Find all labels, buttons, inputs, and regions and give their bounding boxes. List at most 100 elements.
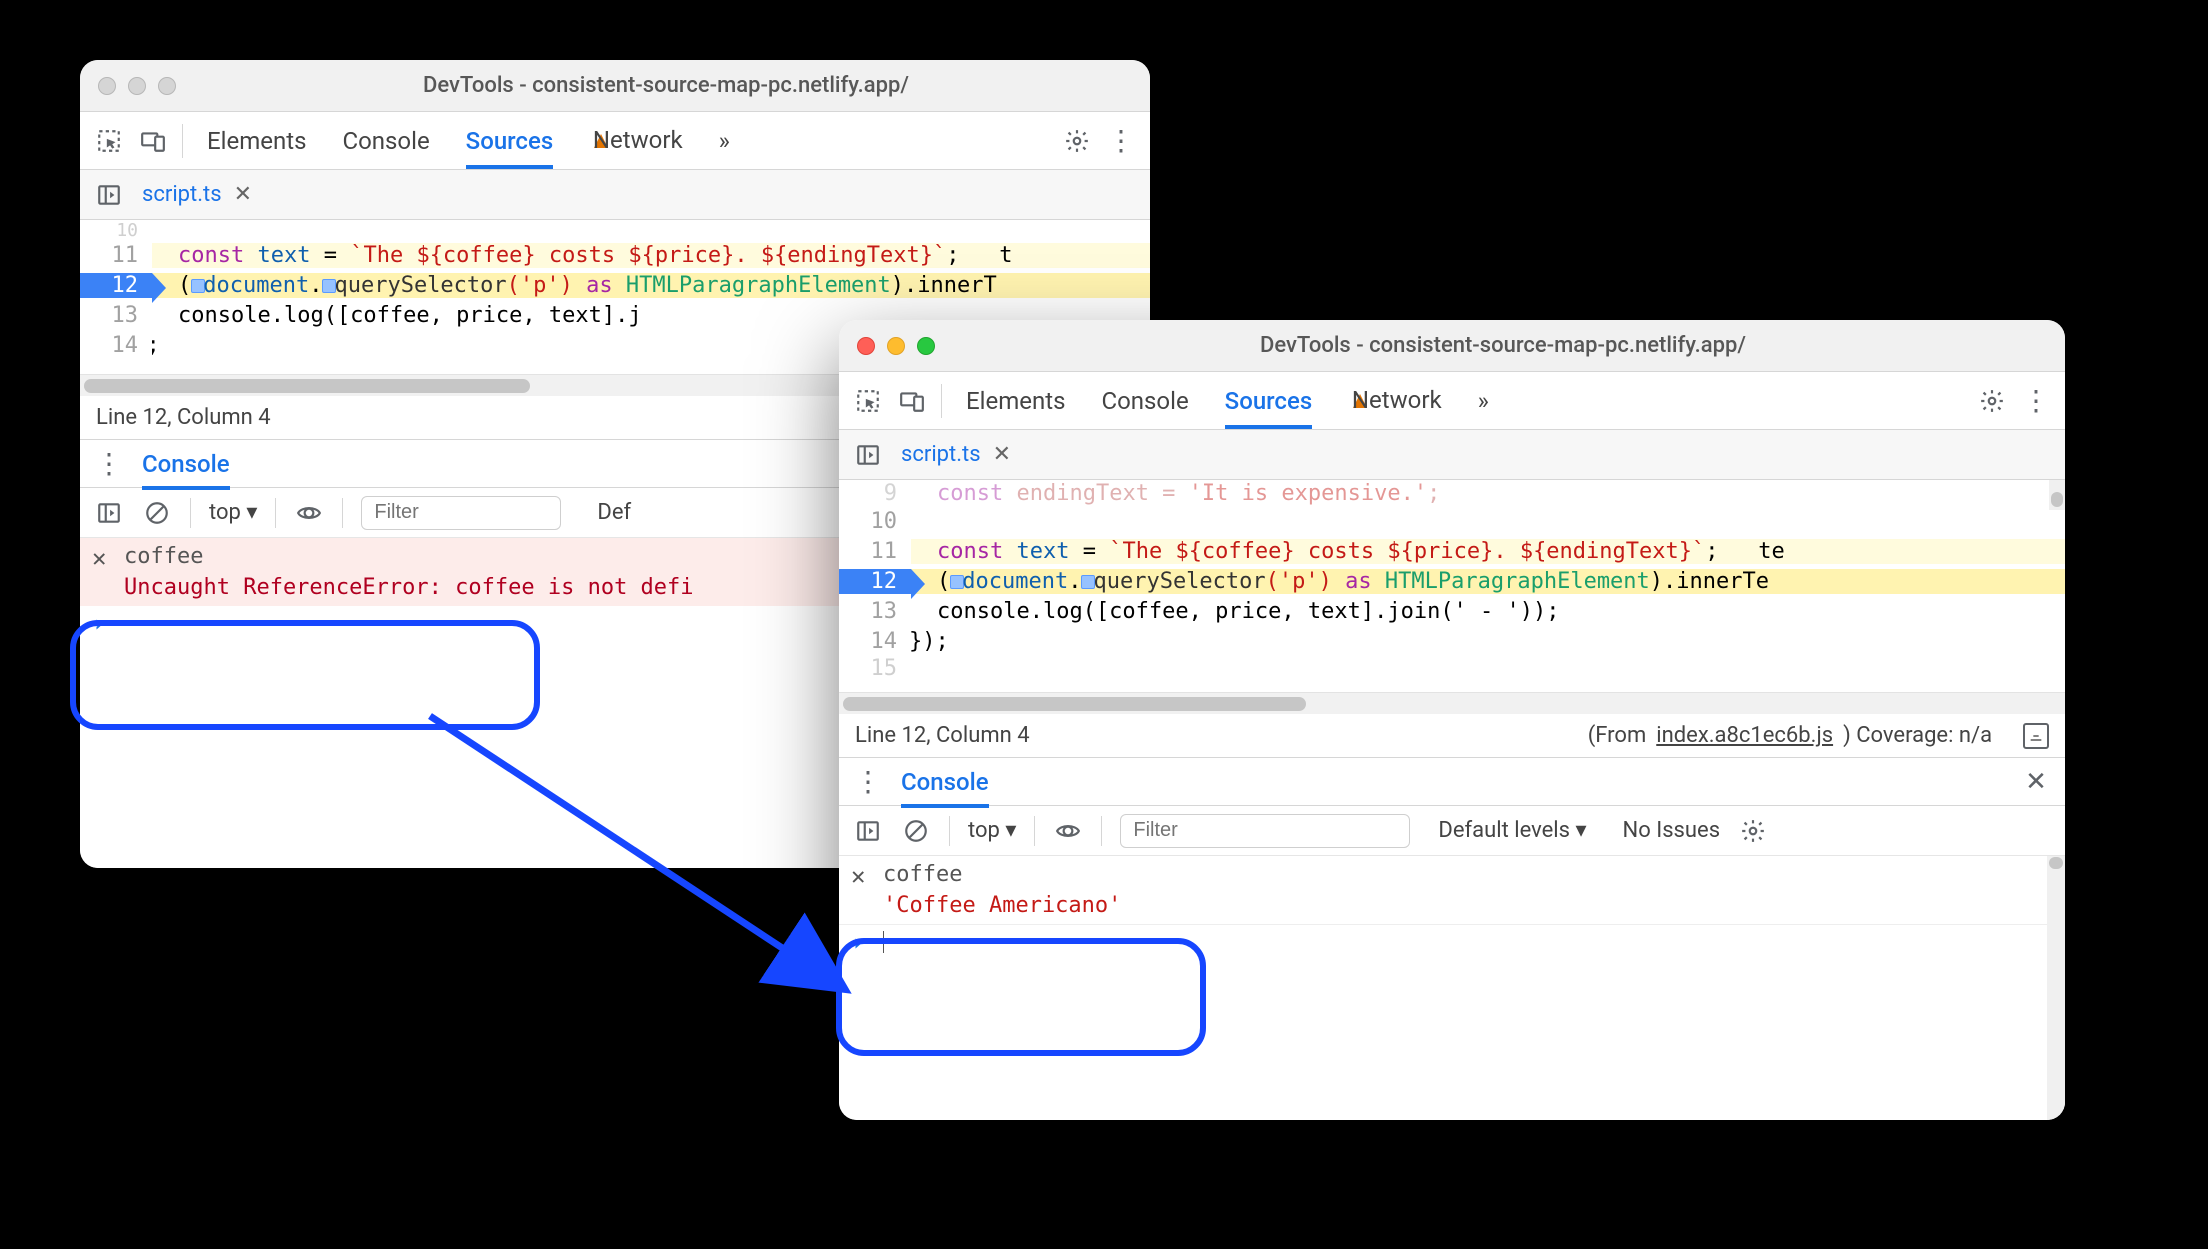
line-number: 11 — [80, 243, 152, 268]
tab-elements[interactable]: Elements — [966, 387, 1065, 415]
live-expression-icon[interactable] — [294, 498, 324, 528]
clear-console-icon[interactable] — [901, 816, 931, 846]
console-error-text: Uncaught ReferenceError: coffee is not d… — [124, 569, 694, 600]
device-toggle-icon[interactable] — [138, 126, 168, 156]
titlebar: DevTools - consistent-source-map-pc.netl… — [839, 320, 2065, 372]
collapse-icon[interactable]: ✕ — [851, 862, 869, 890]
kebab-icon[interactable]: ⋮ — [1106, 126, 1136, 156]
panel-tabs: Elements Console Sources ▲ Network » ⋮ — [80, 112, 1150, 170]
tab-network[interactable]: ▲ Network — [1348, 386, 1441, 415]
drawer-tab-console[interactable]: Console — [142, 450, 230, 490]
tab-network-label: Network — [593, 126, 683, 154]
zoom-dot[interactable] — [917, 337, 935, 355]
tab-network-label: Network — [1352, 386, 1442, 414]
kebab-icon[interactable]: ⋮ — [2021, 386, 2051, 416]
context-selector[interactable]: top ▾ — [968, 818, 1016, 843]
tab-sources[interactable]: Sources — [466, 127, 554, 169]
console-output[interactable]: ✕ coffee 'Coffee Americano' › — [839, 856, 2065, 1120]
drawer-tabs: ⋮ Console ✕ — [839, 758, 2065, 806]
code-line: const text = `The ${coffee} costs ${pric… — [152, 243, 1150, 268]
show-coverage-icon[interactable] — [2023, 723, 2049, 749]
filter-input[interactable] — [361, 496, 561, 530]
tab-network[interactable]: ▲ Network — [589, 126, 682, 155]
console-input-echo: coffee — [124, 544, 694, 569]
inspect-icon[interactable] — [853, 386, 883, 416]
close-dot[interactable] — [857, 337, 875, 355]
code-line: (document.querySelector('p') as HTMLPara… — [911, 569, 2065, 594]
close-dot[interactable] — [98, 77, 116, 95]
vertical-scrollbar[interactable] — [2047, 856, 2065, 886]
code-line: const text = `The ${coffee} costs ${pric… — [911, 539, 2065, 564]
source-map-link[interactable]: index.a8c1ec6b.js — [1656, 723, 1833, 748]
status-bar: Line 12, Column 4 (From index.a8c1ec6b.j… — [839, 714, 2065, 758]
vertical-scrollbar[interactable] — [2049, 480, 2065, 510]
context-selector[interactable]: top ▾ — [209, 500, 257, 525]
file-tab-script[interactable]: script.ts ✕ — [142, 182, 252, 207]
window-title: DevTools - consistent-source-map-pc.netl… — [959, 333, 2047, 358]
close-drawer-icon[interactable]: ✕ — [2021, 767, 2051, 797]
window-controls[interactable] — [98, 77, 176, 95]
file-tab-script[interactable]: script.ts ✕ — [901, 442, 1011, 467]
horizontal-scrollbar[interactable] — [839, 692, 2065, 714]
code-line: const endingText = 'It is expensive.'; — [911, 481, 2065, 506]
devtools-window-after: DevTools - consistent-source-map-pc.netl… — [839, 320, 2065, 1120]
panel-tabs: Elements Console Sources ▲ Network » ⋮ — [839, 372, 2065, 430]
minimize-dot[interactable] — [887, 337, 905, 355]
kebab-icon[interactable]: ⋮ — [853, 767, 883, 797]
navigator-toggle-icon[interactable] — [853, 440, 883, 470]
execution-line-number: 12 — [80, 273, 152, 298]
tab-elements[interactable]: Elements — [207, 127, 306, 155]
console-row: ✕ coffee 'Coffee Americano' — [839, 856, 2047, 925]
line-number: 10 — [839, 509, 911, 534]
file-tab-label: script.ts — [142, 182, 222, 207]
drawer-tab-console[interactable]: Console — [901, 768, 989, 808]
coverage-label: ) Coverage: n/a — [1843, 723, 1992, 748]
line-number: 9 — [839, 481, 911, 506]
line-number: 11 — [839, 539, 911, 564]
error-close-icon[interactable]: ✕ — [92, 544, 110, 572]
sidebar-toggle-icon[interactable] — [853, 816, 883, 846]
tab-sources[interactable]: Sources — [1225, 387, 1313, 429]
minimize-dot[interactable] — [128, 77, 146, 95]
tab-console[interactable]: Console — [342, 127, 429, 155]
tabs-overflow[interactable]: » — [1478, 387, 1489, 415]
sidebar-toggle-icon[interactable] — [94, 498, 124, 528]
live-expression-icon[interactable] — [1053, 816, 1083, 846]
console-prompt[interactable]: › — [839, 925, 2047, 962]
file-tabs: script.ts ✕ — [80, 170, 1150, 220]
console-result: 'Coffee Americano' — [883, 887, 1121, 918]
tabs-overflow[interactable]: » — [719, 127, 730, 155]
tab-console[interactable]: Console — [1101, 387, 1188, 415]
chevron-right-icon: › — [92, 612, 110, 637]
window-title: DevTools - consistent-source-map-pc.netl… — [200, 73, 1132, 98]
zoom-dot[interactable] — [158, 77, 176, 95]
cursor-position: Line 12, Column 4 — [96, 405, 271, 430]
line-number: 14 — [80, 333, 152, 358]
from-label: (From — [1588, 723, 1647, 748]
close-icon[interactable]: ✕ — [993, 442, 1011, 467]
settings-icon[interactable] — [1977, 386, 2007, 416]
close-icon[interactable]: ✕ — [234, 182, 252, 207]
log-levels[interactable]: Def — [597, 500, 631, 525]
settings-icon[interactable] — [1062, 126, 1092, 156]
filter-input[interactable] — [1120, 814, 1410, 848]
code-line: (document.querySelector('p') as HTMLPara… — [152, 273, 1150, 298]
code-editor[interactable]: 9 const endingText = 'It is expensive.';… — [839, 480, 2065, 692]
execution-line-number: 12 — [839, 569, 911, 594]
console-toolbar: top ▾ Default levels ▾ No Issues — [839, 806, 2065, 856]
code-line: console.log([coffee, price, text].join('… — [911, 599, 2065, 624]
log-levels[interactable]: Default levels ▾ — [1438, 818, 1586, 843]
window-controls[interactable] — [857, 337, 935, 355]
line-number: 10 — [80, 220, 152, 241]
code-line: }); — [911, 629, 2065, 654]
issues-link[interactable]: No Issues — [1623, 818, 1721, 843]
device-toggle-icon[interactable] — [897, 386, 927, 416]
line-number: 15 — [839, 656, 911, 681]
console-settings-icon[interactable] — [1738, 816, 1768, 846]
navigator-toggle-icon[interactable] — [94, 180, 124, 210]
clear-console-icon[interactable] — [142, 498, 172, 528]
console-input-echo: coffee — [883, 862, 1121, 887]
line-number: 14 — [839, 629, 911, 654]
kebab-icon[interactable]: ⋮ — [94, 449, 124, 479]
inspect-icon[interactable] — [94, 126, 124, 156]
